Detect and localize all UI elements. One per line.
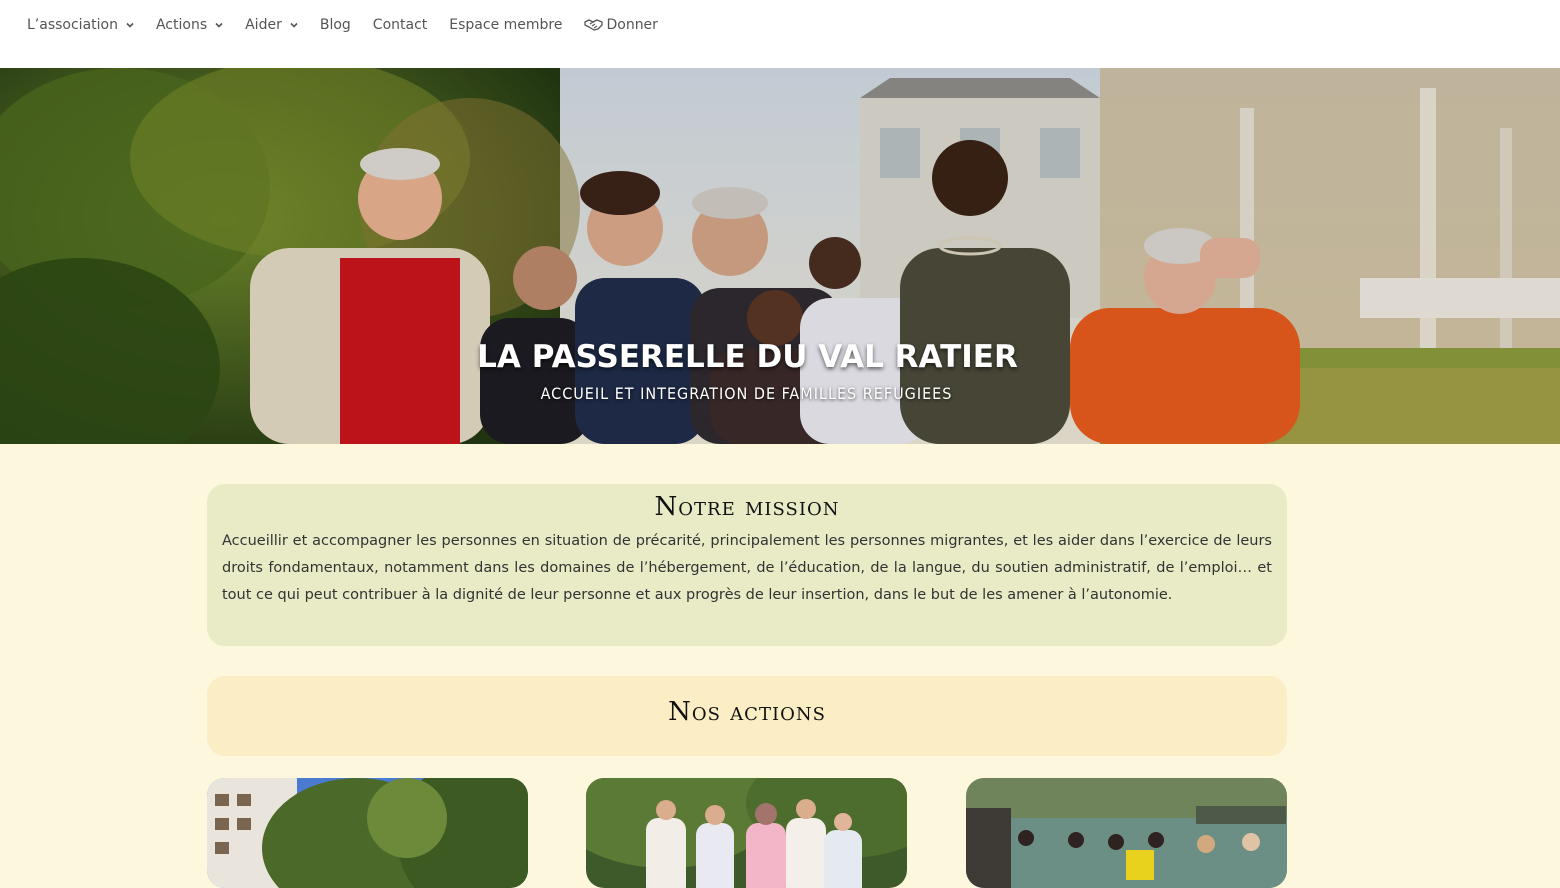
hero-title: LA PASSERELLE DU VAL RATIER [477,339,1018,375]
hero-subtitle: ACCUEIL ET INTEGRATION DE FAMILLES REFUG… [540,384,953,403]
nav-label-espace-membre: Espace membre [449,17,563,33]
nav-label-aider: Aider [245,17,282,33]
nav-label-blog: Blog [319,17,351,33]
nav-item-contact[interactable]: Contact [373,17,427,33]
site-header: L’association Actions Aider Blog Contact… [0,0,1560,68]
mission-text: Accueillir et accompagner les personnes … [222,533,1272,603]
nav-label-association: L’association [27,17,118,33]
chevron-down-icon [215,21,223,29]
nav-item-donner[interactable]: Donner [584,17,658,33]
nav-item-blog[interactable]: Blog [320,17,351,33]
main-nav: L’association Actions Aider Blog Contact… [27,15,680,35]
nav-item-association[interactable]: L’association [27,17,134,33]
actions-title: Nos actions [668,697,826,727]
nav-item-aider[interactable]: Aider [245,17,298,33]
nav-item-actions[interactable]: Actions [156,17,223,33]
actions-header-card: Nos actions [207,676,1287,756]
action-photo-3 [966,778,1287,888]
chevron-down-icon [126,21,134,29]
hero-banner: LA PASSERELLE DU VAL RATIER ACCUEIL ET I… [0,68,1560,444]
action-thumbnail-housing[interactable] [207,778,528,888]
nav-item-espace-membre[interactable]: Espace membre [449,17,562,33]
nav-label-actions: Actions [155,17,208,33]
action-thumbnail-outing[interactable] [966,778,1287,888]
action-thumbnail-group[interactable] [586,778,907,888]
action-photo-1 [207,778,528,888]
action-photo-2 [586,778,907,888]
mission-title: Notre mission [654,492,840,522]
handshake-icon [584,19,604,31]
nav-label-donner: Donner [606,17,658,33]
nav-label-contact: Contact [372,17,428,33]
mission-card: Notre mission Accueillir et accompagner … [207,484,1287,646]
chevron-down-icon [290,21,298,29]
